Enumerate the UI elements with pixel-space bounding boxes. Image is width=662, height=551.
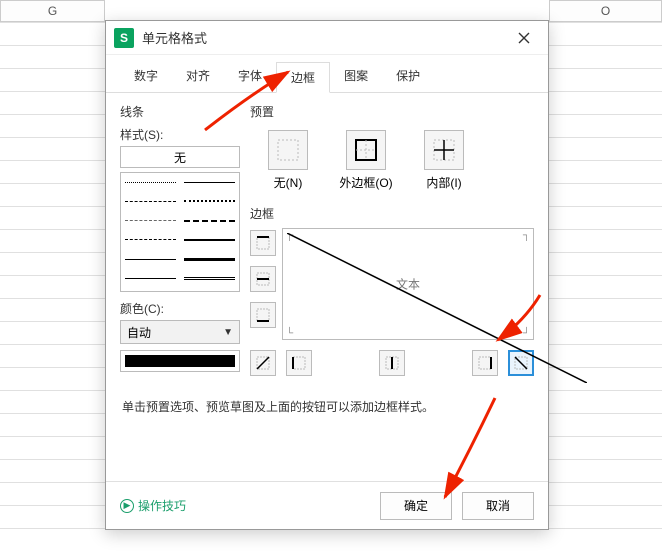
preset-inside[interactable]: 内部(I) [416, 130, 472, 191]
line-section-label: 线条 [120, 103, 240, 120]
preset-inside-icon [430, 136, 458, 164]
titlebar: S 单元格格式 [106, 21, 548, 55]
border-top-button[interactable] [250, 230, 276, 256]
preset-outline[interactable]: 外边框(O) [338, 130, 394, 191]
cancel-button[interactable]: 取消 [462, 492, 534, 520]
border-preview[interactable]: ┌ ┐ └ ┘ 文本 [282, 228, 534, 340]
ok-button[interactable]: 确定 [380, 492, 452, 520]
cell-format-dialog: S 单元格格式 数字 对齐 字体 边框 图案 保护 线条 样式(S): 无 [105, 20, 549, 530]
border-middle-h-button[interactable] [250, 266, 276, 292]
preset-outline-icon [352, 136, 380, 164]
line-color-value: 自动 [127, 324, 151, 341]
line-color-label: 颜色(C): [120, 300, 240, 317]
line-style-label: 样式(S): [120, 126, 240, 143]
line-panel: 线条 样式(S): 无 颜色(C): 自动 ▼ [120, 103, 240, 376]
play-icon: ▶ [120, 499, 134, 513]
column-header-g[interactable]: G [0, 0, 105, 22]
tips-link[interactable]: ▶ 操作技巧 [120, 497, 186, 514]
close-icon [518, 32, 530, 44]
close-button[interactable] [508, 26, 540, 50]
presets-section-label: 预置 [250, 103, 534, 120]
border-diag-up-icon [255, 355, 271, 371]
border-middle-h-icon [255, 271, 271, 287]
line-style-samples[interactable] [120, 172, 240, 292]
preset-none[interactable]: 无(N) [260, 130, 316, 191]
tab-pattern[interactable]: 图案 [330, 61, 382, 92]
tab-bar: 数字 对齐 字体 边框 图案 保护 [106, 55, 548, 93]
dialog-title: 单元格格式 [142, 28, 508, 47]
tab-border[interactable]: 边框 [276, 62, 330, 93]
tab-protection[interactable]: 保护 [382, 61, 434, 92]
preview-diagonal-icon [287, 233, 587, 383]
line-color-combo[interactable]: 自动 ▼ [120, 320, 240, 344]
tab-font[interactable]: 字体 [224, 61, 276, 92]
border-diag-up-button[interactable] [250, 350, 276, 376]
border-top-icon [255, 235, 271, 251]
border-section-label: 边框 [250, 205, 534, 222]
app-icon: S [114, 28, 134, 48]
line-color-swatch[interactable] [120, 350, 240, 372]
hint-text: 单击预置选项、预览草图及上面的按钮可以添加边框样式。 [106, 386, 548, 427]
dialog-footer: ▶ 操作技巧 确定 取消 [106, 481, 548, 529]
line-style-value[interactable]: 无 [120, 146, 240, 168]
border-bottom-button[interactable] [250, 302, 276, 328]
column-header-o[interactable]: O [549, 0, 662, 22]
chevron-down-icon: ▼ [223, 327, 233, 338]
preset-none-icon [274, 136, 302, 164]
tab-number[interactable]: 数字 [120, 61, 172, 92]
tab-alignment[interactable]: 对齐 [172, 61, 224, 92]
border-bottom-icon [255, 307, 271, 323]
